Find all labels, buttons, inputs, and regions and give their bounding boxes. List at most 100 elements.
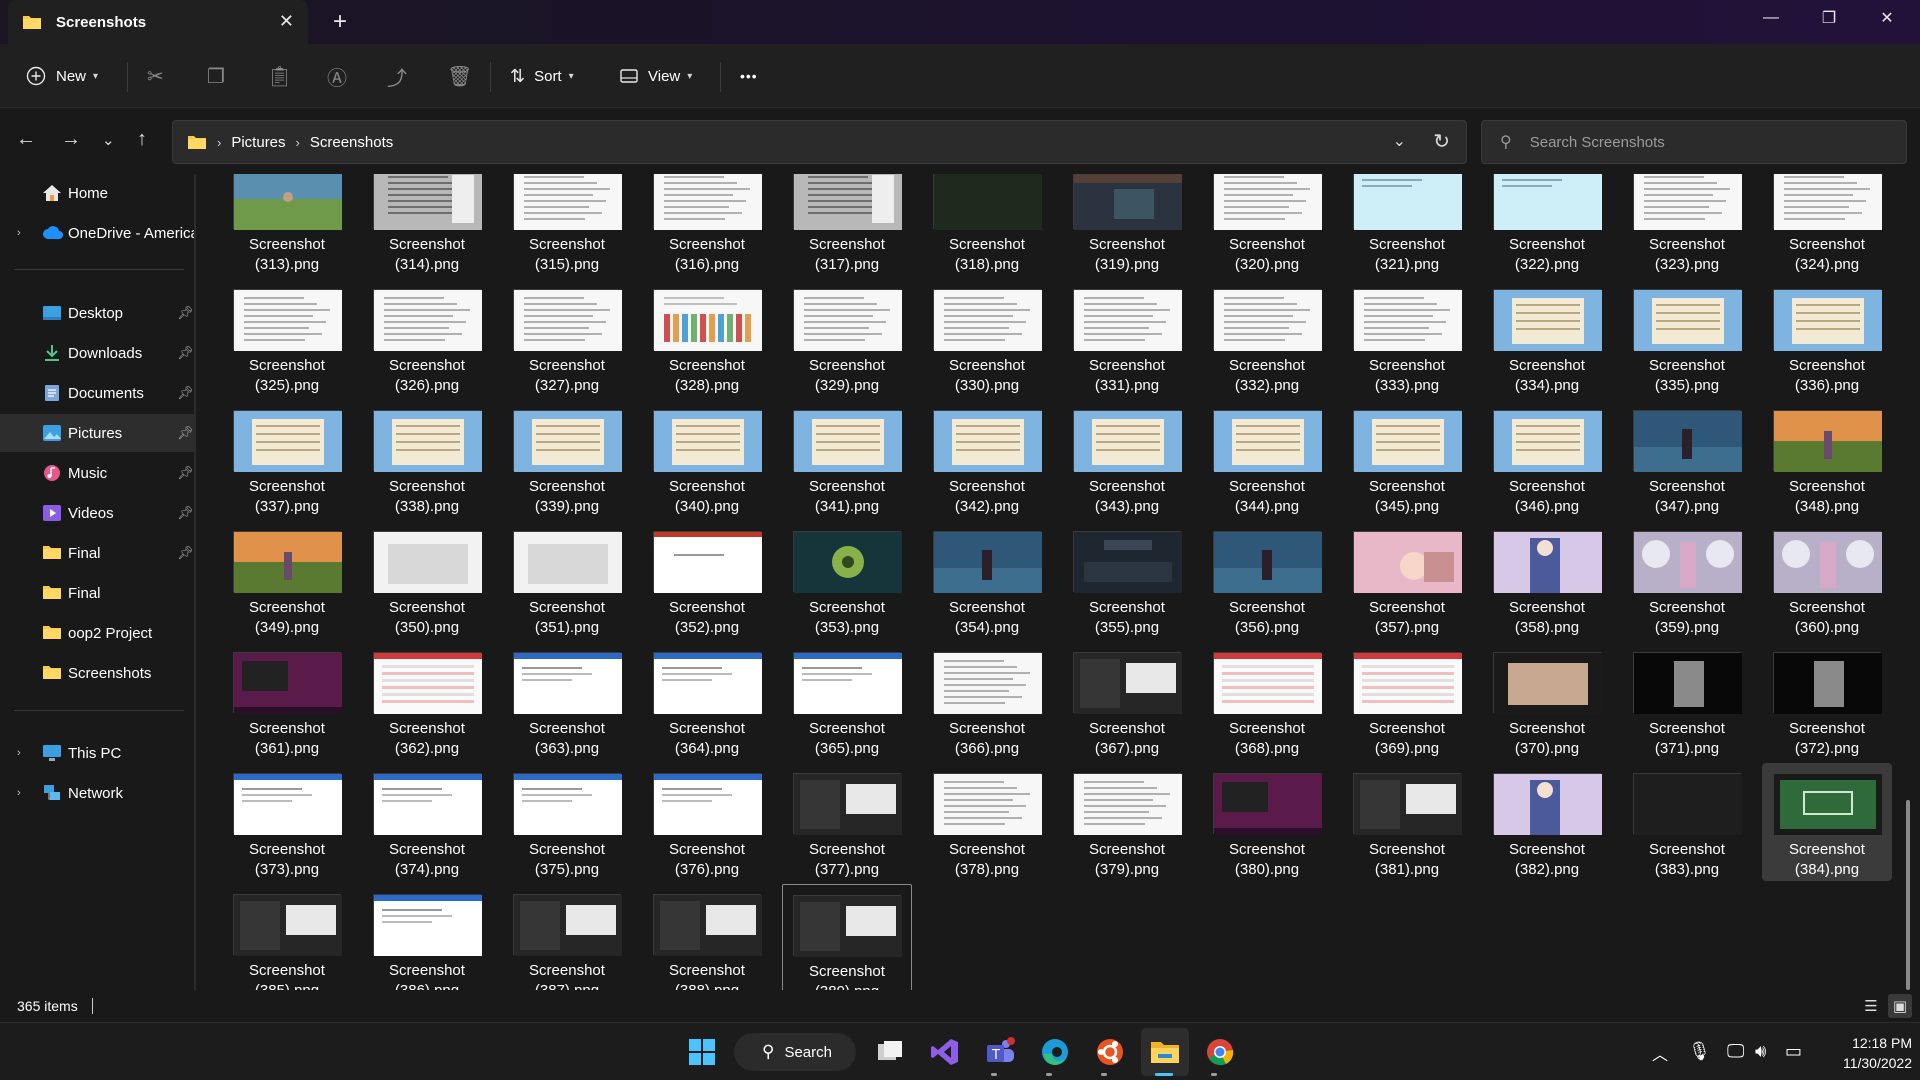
battery-icon[interactable]: ▭ [1785, 1041, 1802, 1062]
visual-studio-icon[interactable] [923, 1023, 967, 1080]
file-item[interactable]: Screenshot (375).png [502, 763, 632, 881]
file-item[interactable]: Screenshot (355).png [1062, 521, 1192, 639]
file-item[interactable]: Screenshot (378).png [922, 763, 1052, 881]
file-item[interactable]: Screenshot (333).png [1342, 279, 1472, 397]
sidebar-item-network[interactable]: › Network [0, 774, 194, 812]
file-item[interactable]: Screenshot (389).png [782, 884, 912, 990]
new-tab-button[interactable]: + [333, 8, 347, 36]
more-options-button[interactable]: ••• [740, 44, 758, 108]
delete-icon[interactable]: 🗑︎ [447, 44, 472, 108]
file-item[interactable]: Screenshot (383).png [1622, 763, 1752, 881]
file-item[interactable]: Screenshot (347).png [1622, 400, 1752, 518]
file-item[interactable]: Screenshot (358).png [1482, 521, 1612, 639]
expand-chevron-icon[interactable]: › [17, 787, 21, 799]
file-item[interactable]: Screenshot (382).png [1482, 763, 1612, 881]
show-hidden-icons-chevron-icon[interactable]: ︿ [1652, 1041, 1668, 1065]
file-item[interactable]: Screenshot (357).png [1342, 521, 1472, 639]
file-item[interactable]: Screenshot (385).png [222, 884, 352, 990]
file-item[interactable]: Screenshot (351).png [502, 521, 632, 639]
file-item[interactable]: Screenshot (337).png [222, 400, 352, 518]
sidebar-item-oop2-project[interactable]: oop2 Project [0, 614, 194, 652]
sidebar-item-documents[interactable]: Documents 📌︎ [0, 374, 194, 412]
sidebar-item-home[interactable]: Home [0, 174, 194, 212]
file-item[interactable]: Screenshot (319).png [1062, 174, 1192, 276]
file-item[interactable]: Screenshot (360).png [1762, 521, 1892, 639]
sidebar-item-music[interactable]: Music 📌︎ [0, 454, 194, 492]
sidebar-item-videos[interactable]: Videos 📌︎ [0, 494, 194, 532]
view-button[interactable]: View ▾ [620, 44, 692, 108]
file-item[interactable]: Screenshot (320).png [1202, 174, 1332, 276]
file-item[interactable]: Screenshot (359).png [1622, 521, 1752, 639]
file-item[interactable]: Screenshot (327).png [502, 279, 632, 397]
sidebar-item-desktop[interactable]: Desktop 📌︎ [0, 294, 194, 332]
file-item[interactable]: Screenshot (387).png [502, 884, 632, 990]
file-item[interactable]: Screenshot (350).png [362, 521, 492, 639]
forward-arrow-icon[interactable]: → [61, 128, 81, 151]
back-arrow-icon[interactable]: ← [16, 128, 36, 151]
file-item[interactable]: Screenshot (384).png [1762, 763, 1892, 881]
close-button[interactable]: ✕ [1858, 0, 1916, 36]
rename-icon[interactable]: Ⓐ [327, 44, 347, 108]
file-item[interactable]: Screenshot (345).png [1342, 400, 1472, 518]
file-item[interactable]: Screenshot (329).png [782, 279, 912, 397]
search-input[interactable] [1529, 133, 1870, 151]
network-icon[interactable]: 🖵︎ [1727, 1041, 1744, 1062]
file-item[interactable]: Screenshot (340).png [642, 400, 772, 518]
sidebar-item-final[interactable]: Final [0, 574, 194, 612]
breadcrumb-screenshots[interactable]: Screenshots [310, 134, 393, 151]
file-item[interactable]: Screenshot (338).png [362, 400, 492, 518]
address-bar[interactable]: › Pictures › Screenshots ⌄ ↻ [172, 120, 1467, 164]
file-item[interactable]: Screenshot (321).png [1342, 174, 1472, 276]
file-item[interactable]: Screenshot (323).png [1622, 174, 1752, 276]
edge-icon[interactable] [1033, 1023, 1077, 1080]
up-arrow-icon[interactable]: ↑ [137, 128, 147, 151]
file-item[interactable]: Screenshot (335).png [1622, 279, 1752, 397]
file-item[interactable]: Screenshot (341).png [782, 400, 912, 518]
large-icons-view-icon[interactable]: ▣ [1888, 994, 1912, 1018]
file-item[interactable]: Screenshot (326).png [362, 279, 492, 397]
file-item[interactable]: Screenshot (328).png [642, 279, 772, 397]
file-item[interactable]: Screenshot (372).png [1762, 642, 1892, 760]
file-item[interactable]: Screenshot (318).png [922, 174, 1052, 276]
file-item[interactable]: Screenshot (343).png [1062, 400, 1192, 518]
file-item[interactable]: Screenshot (322).png [1482, 174, 1612, 276]
file-item[interactable]: Screenshot (386).png [362, 884, 492, 990]
cut-icon[interactable]: ✂ [147, 44, 164, 108]
file-item[interactable]: Screenshot (369).png [1342, 642, 1472, 760]
tab-screenshots[interactable]: Screenshots ✕ [8, 0, 308, 44]
search-box[interactable]: ⚲ [1481, 120, 1907, 164]
refresh-icon[interactable]: ↻ [1433, 129, 1450, 154]
file-item[interactable]: Screenshot (336).png [1762, 279, 1892, 397]
file-item[interactable]: Screenshot (362).png [362, 642, 492, 760]
file-item[interactable]: Screenshot (367).png [1062, 642, 1192, 760]
file-item[interactable]: Screenshot (371).png [1622, 642, 1752, 760]
file-item[interactable]: Screenshot (317).png [782, 174, 912, 276]
tab-close-button[interactable]: ✕ [279, 11, 294, 32]
copy-icon[interactable]: ❐ [207, 44, 225, 108]
file-item[interactable]: Screenshot (373).png [222, 763, 352, 881]
file-item[interactable]: Screenshot (342).png [922, 400, 1052, 518]
task-view-icon[interactable] [868, 1023, 912, 1080]
file-item[interactable]: Screenshot (364).png [642, 642, 772, 760]
new-button[interactable]: New ▾ [26, 44, 98, 108]
file-item[interactable]: Screenshot (349).png [222, 521, 352, 639]
teams-icon[interactable]: T [978, 1023, 1022, 1080]
file-item[interactable]: Screenshot (324).png [1762, 174, 1892, 276]
file-item[interactable]: Screenshot (334).png [1482, 279, 1612, 397]
file-item[interactable]: Screenshot (353).png [782, 521, 912, 639]
file-item[interactable]: Screenshot (348).png [1762, 400, 1892, 518]
vertical-scrollbar[interactable] [1906, 800, 1910, 990]
file-item[interactable]: Screenshot (356).png [1202, 521, 1332, 639]
details-view-icon[interactable]: ☰ [1859, 994, 1883, 1018]
expand-chevron-icon[interactable]: › [17, 227, 21, 239]
file-item[interactable]: Screenshot (380).png [1202, 763, 1332, 881]
file-item[interactable]: Screenshot (363).png [502, 642, 632, 760]
recent-locations-chevron-icon[interactable]: ⌄ [102, 131, 115, 149]
clock[interactable]: 12:18 PM 11/30/2022 [1822, 1033, 1912, 1073]
microphone-muted-icon[interactable]: 🎙︎ [1688, 1041, 1711, 1062]
file-item[interactable]: Screenshot (370).png [1482, 642, 1612, 760]
sidebar-item-final[interactable]: Final 📌︎ [0, 534, 194, 572]
file-item[interactable]: Screenshot (331).png [1062, 279, 1192, 397]
file-item[interactable]: Screenshot (366).png [922, 642, 1052, 760]
volume-icon[interactable]: 🔊︎ [1755, 1041, 1766, 1062]
